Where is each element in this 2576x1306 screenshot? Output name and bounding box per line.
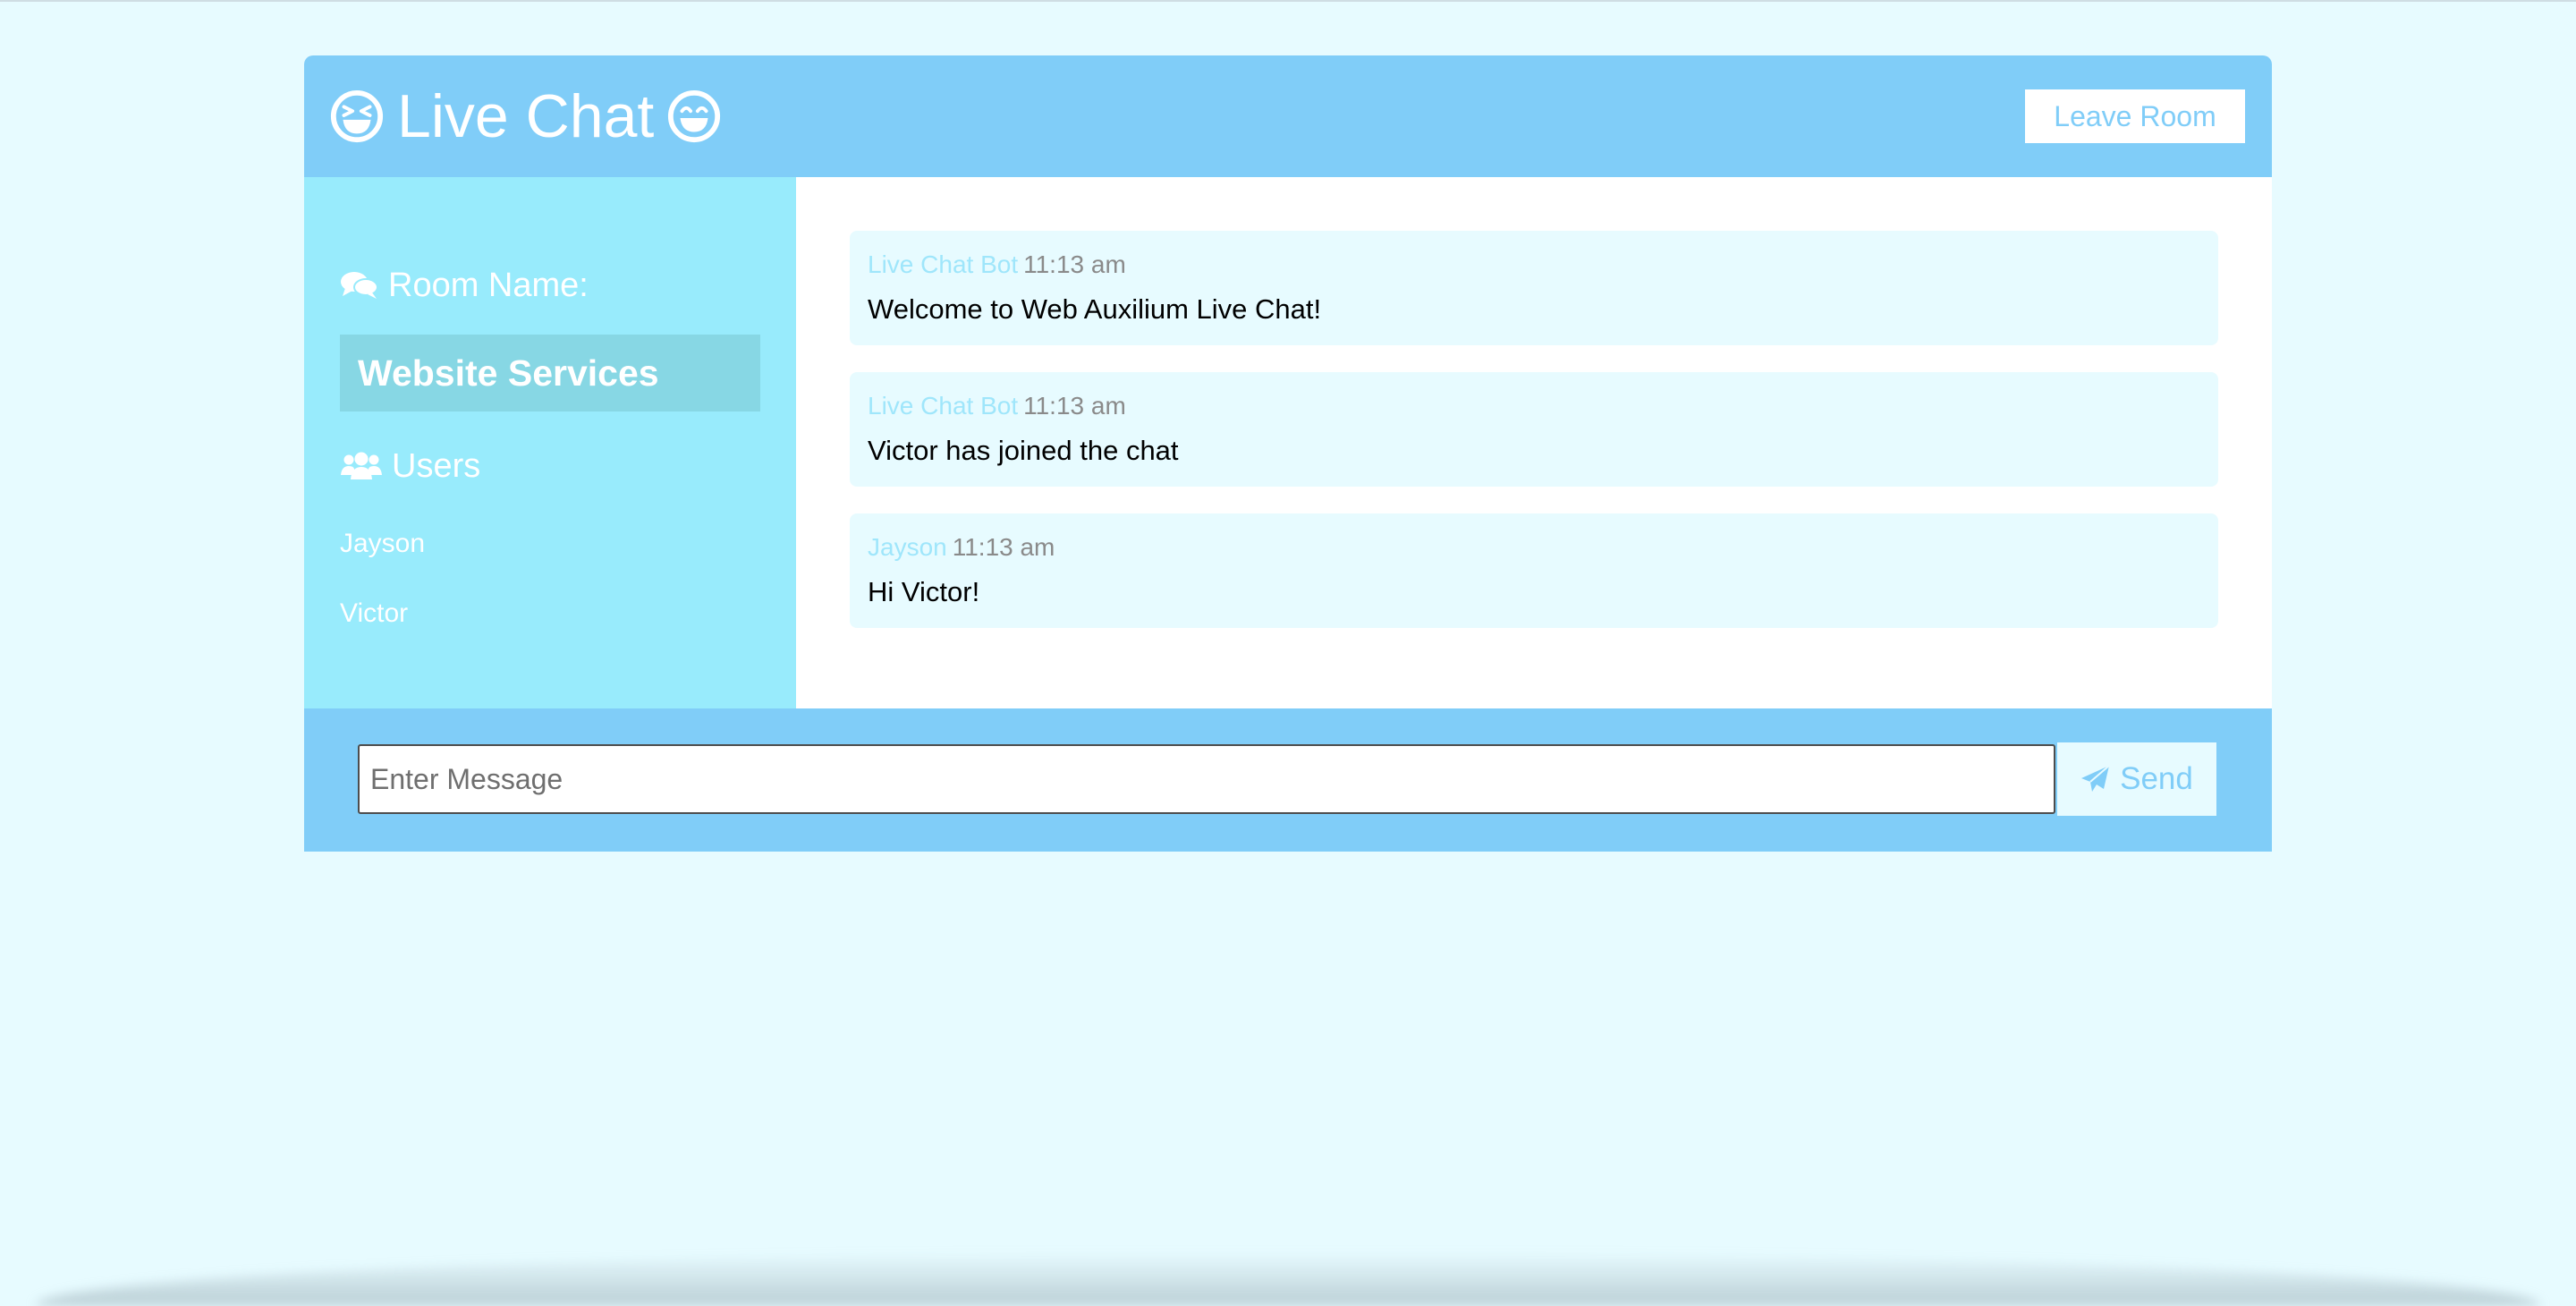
message-meta: Live Chat Bot 11:13 am (868, 388, 2200, 424)
user-item: Victor (340, 598, 409, 628)
message-text: Hi Victor! (868, 576, 980, 607)
send-button[interactable]: Send (2057, 742, 2216, 816)
room-name-heading: Room Name: (340, 263, 589, 308)
app-logo: Live Chat (329, 81, 722, 152)
message-time: 11:13 am (1023, 392, 1126, 420)
message-input[interactable] (358, 744, 2055, 814)
send-label: Send (2120, 761, 2193, 796)
users-heading: Users (340, 444, 480, 488)
app-title: Live Chat (397, 82, 655, 150)
chat-sidebar: Room Name: Website Services Users Jayson… (304, 177, 796, 708)
chat-messages: Live Chat Bot 11:13 am Welcome to Web Aux… (796, 177, 2272, 708)
message-author: Live Chat Bot (868, 250, 1019, 278)
message-time: 11:13 am (1023, 250, 1126, 278)
room-name-value: Website Services (340, 335, 760, 411)
message-meta: Jayson 11:13 am (868, 530, 2200, 565)
room-name-label: Room Name: (388, 266, 589, 304)
message-time: 11:13 am (952, 533, 1055, 561)
message-text: Welcome to Web Auxilium Live Chat! (868, 293, 1322, 325)
bottom-shadow (36, 1252, 2540, 1306)
laughing-face-icon (330, 89, 384, 143)
grinning-face-icon (668, 89, 721, 143)
paper-plane-icon (2081, 765, 2110, 792)
message-author: Jayson (868, 533, 947, 561)
chat-container: Live Chat Leave Room Room Name: Website … (304, 55, 2272, 852)
message: Live Chat Bot 11:13 am Victor has joined … (850, 372, 2218, 487)
user-item: Jayson (340, 529, 426, 558)
window-top-border (0, 0, 2576, 2)
message-form: Send (304, 708, 2272, 852)
users-label: Users (392, 446, 481, 485)
message-text: Victor has joined the chat (868, 435, 1179, 466)
message-meta: Live Chat Bot 11:13 am (868, 247, 2200, 283)
leave-room-button[interactable]: Leave Room (2025, 89, 2245, 143)
chat-header: Live Chat Leave Room (304, 55, 2272, 177)
comments-icon (341, 272, 378, 299)
message: Jayson 11:13 am Hi Victor! (850, 513, 2218, 628)
user-list: Jayson Victor (340, 526, 425, 666)
users-icon (341, 452, 382, 479)
message-author: Live Chat Bot (868, 392, 1019, 420)
message: Live Chat Bot 11:13 am Welcome to Web Aux… (850, 231, 2218, 345)
